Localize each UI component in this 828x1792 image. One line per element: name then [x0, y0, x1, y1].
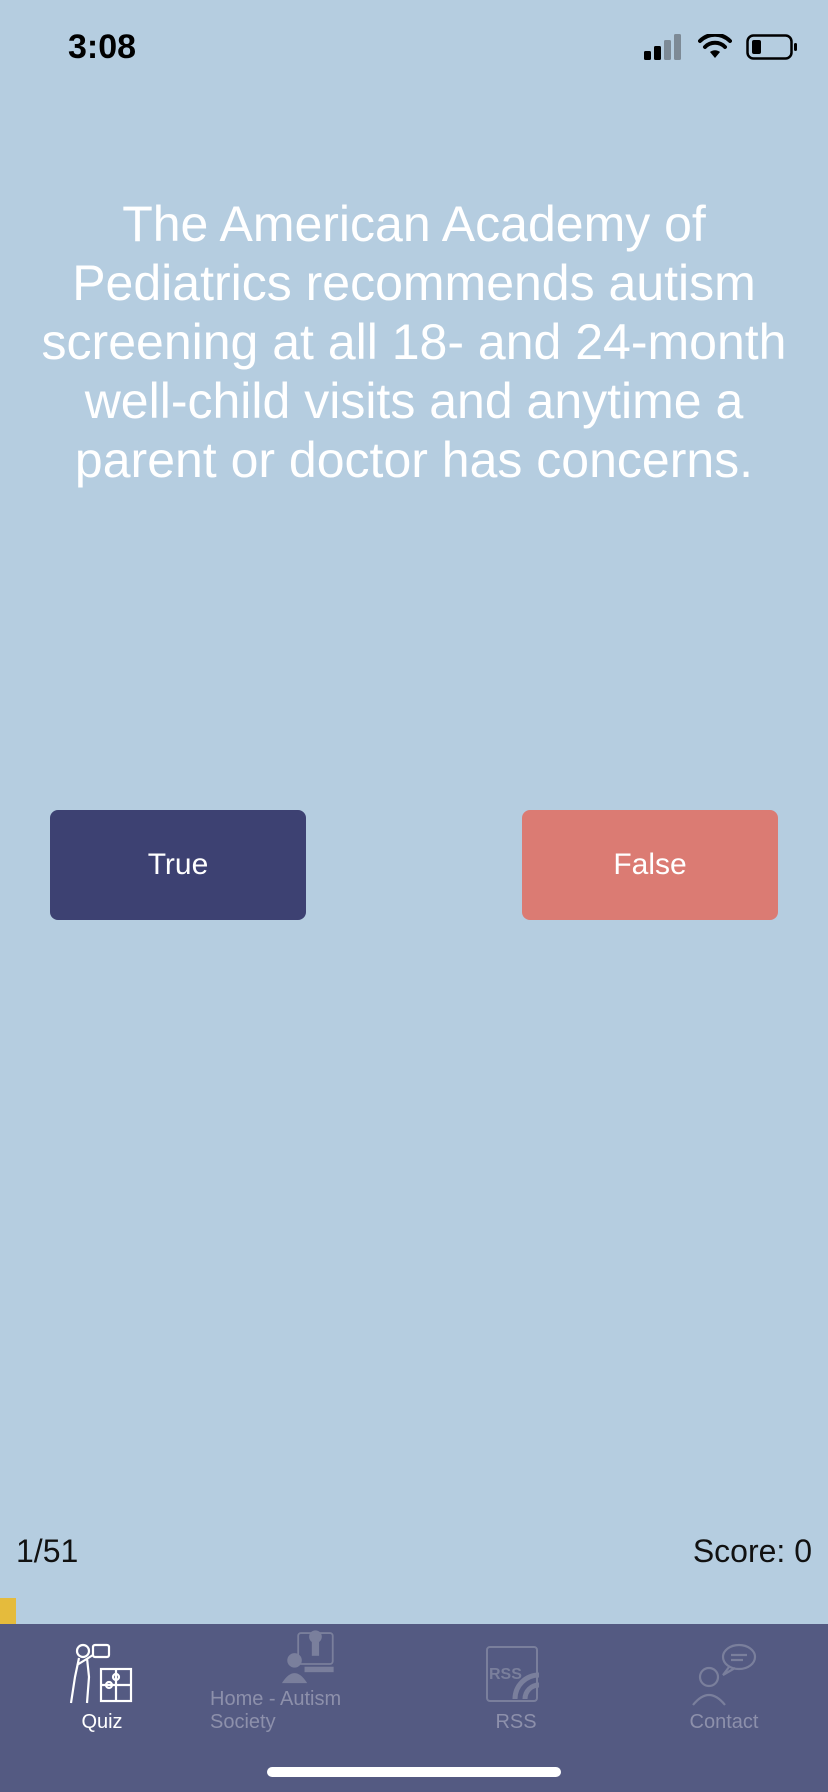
tab-rss-label: RSS — [495, 1711, 537, 1733]
tab-contact[interactable]: Contact — [674, 1624, 774, 1734]
tab-home-autism-society[interactable]: Home - Autism Society — [210, 1624, 410, 1734]
status-bar: 3:08 — [0, 0, 828, 100]
tab-quiz[interactable]: Quiz — [52, 1624, 152, 1734]
svg-text:RSS: RSS — [489, 1666, 522, 1683]
score-label: Score: 0 — [692, 1533, 812, 1569]
tab-contact-label: Contact — [689, 1711, 759, 1733]
question-counter: 1/51 — [16, 1533, 79, 1569]
status-time: 3:08 — [68, 28, 137, 66]
true-button-label: True — [147, 848, 209, 881]
tab-rss[interactable]: RSS RSS — [466, 1624, 566, 1734]
contact-icon — [692, 1643, 757, 1706]
false-button-label: False — [613, 848, 687, 881]
tab-quiz-label: Quiz — [81, 1711, 123, 1733]
progress-fill — [0, 1598, 17, 1624]
signal-icon — [644, 34, 681, 60]
progress-bar — [0, 1598, 828, 1624]
rss-icon: RSS — [486, 1646, 540, 1702]
battery-icon — [746, 34, 797, 60]
question-text: The American Academy of Pediatrics recom… — [41, 196, 787, 488]
home-icon — [281, 1630, 334, 1684]
status-icons — [644, 34, 798, 60]
wifi-icon — [698, 34, 732, 58]
home-indicator[interactable] — [267, 1767, 561, 1777]
false-button[interactable]: False — [522, 810, 778, 920]
true-button[interactable]: True — [50, 810, 306, 920]
tab-home-label: Home - Autism Society — [210, 1688, 342, 1733]
quiz-icon — [69, 1643, 133, 1704]
